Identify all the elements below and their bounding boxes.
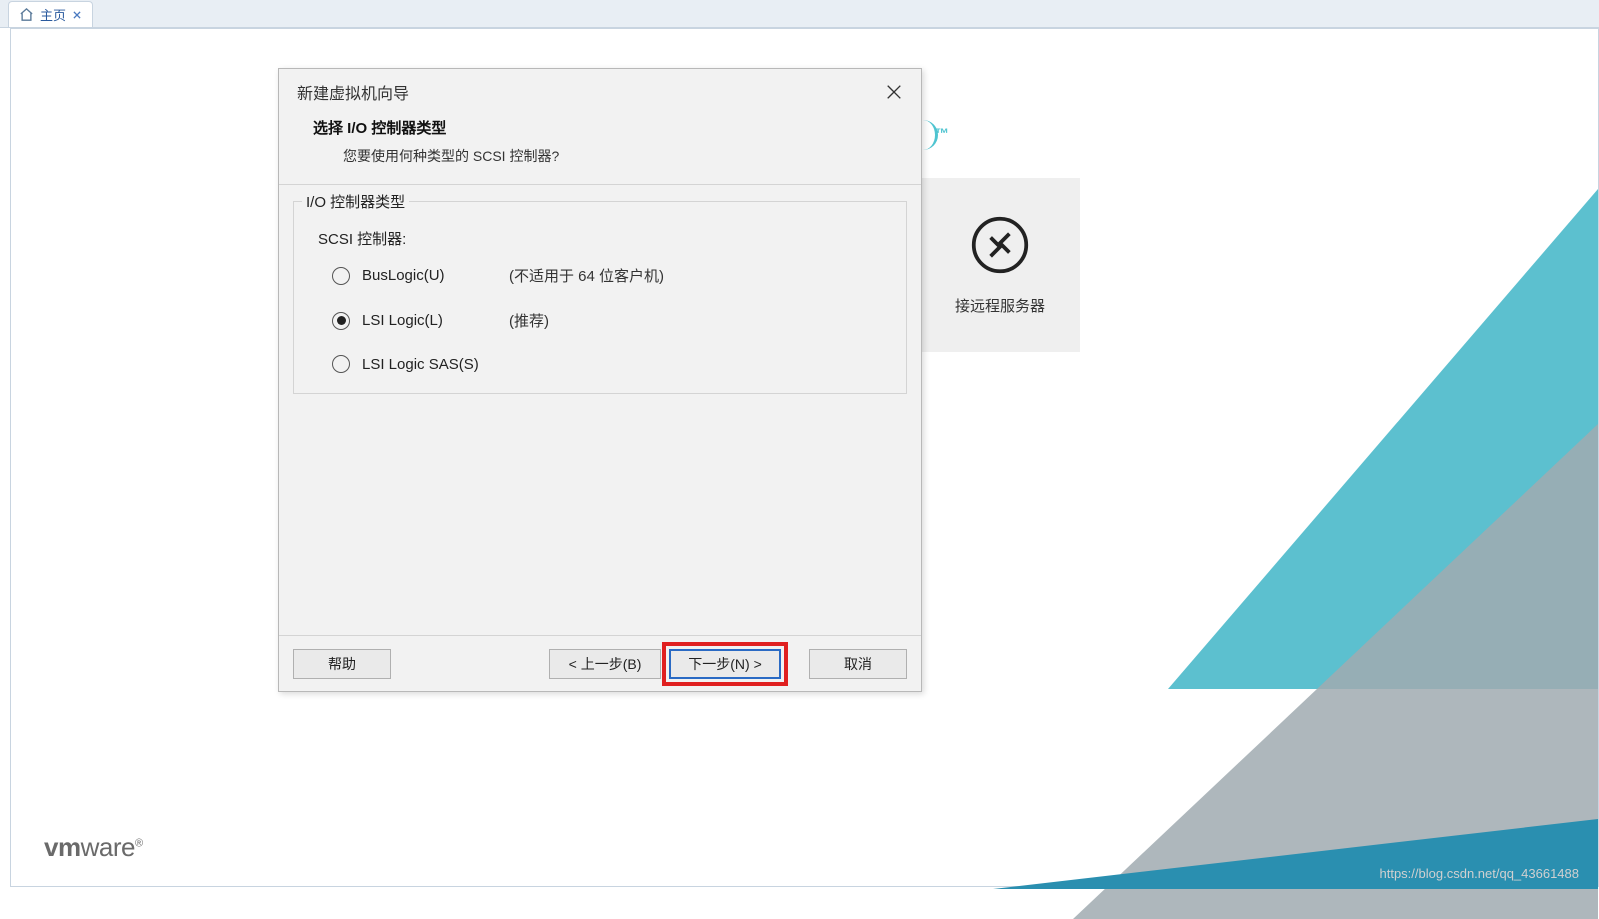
watermark: https://blog.csdn.net/qq_43661488 [1380, 866, 1580, 881]
connect-icon [970, 215, 1030, 275]
radio-label: LSI Logic SAS(S) [362, 356, 497, 373]
radio-label: LSI Logic(L) [362, 312, 497, 329]
cancel-button[interactable]: 取消 [809, 649, 907, 679]
scsi-controller-label: SCSI 控制器: [318, 228, 892, 249]
dialog-subheading: 您要使用何种类型的 SCSI 控制器? [343, 146, 887, 166]
radio-lsi-logic[interactable]: LSI Logic(L) (推荐) [332, 310, 892, 331]
help-button[interactable]: 帮助 [293, 649, 391, 679]
radio-hint: (推荐) [509, 310, 549, 331]
tab-home[interactable]: 主页 [8, 1, 93, 27]
tab-label: 主页 [40, 5, 66, 24]
io-controller-fieldset: I/O 控制器类型 SCSI 控制器: BusLogic(U) (不适用于 64… [293, 201, 907, 394]
dialog-title-text: 新建虚拟机向导 [297, 80, 409, 104]
fieldset-legend: I/O 控制器类型 [302, 191, 409, 212]
back-button[interactable]: < 上一步(B) [549, 649, 661, 679]
next-button[interactable]: 下一步(N) > [669, 649, 781, 679]
radio-lsi-logic-sas[interactable]: LSI Logic SAS(S) [332, 355, 892, 373]
tab-close-icon[interactable] [72, 10, 82, 20]
radio-icon[interactable] [332, 267, 350, 285]
tab-bar: 主页 [0, 0, 1599, 28]
dialog-body: I/O 控制器类型 SCSI 控制器: BusLogic(U) (不适用于 64… [279, 184, 921, 635]
dialog-heading: 选择 I/O 控制器类型 [313, 117, 887, 138]
dialog-footer: 帮助 < 上一步(B) 下一步(N) > 取消 [279, 635, 921, 691]
radio-hint: (不适用于 64 位客户机) [509, 265, 664, 286]
new-vm-wizard-dialog: 新建虚拟机向导 选择 I/O 控制器类型 您要使用何种类型的 SCSI 控制器?… [278, 68, 922, 692]
dialog-titlebar: 新建虚拟机向导 [279, 69, 921, 115]
home-icon [19, 7, 34, 22]
close-icon[interactable] [885, 83, 903, 101]
radio-icon[interactable] [332, 312, 350, 330]
vmware-logo: vmware® [44, 832, 143, 863]
radio-label: BusLogic(U) [362, 267, 497, 284]
card-label: 接远程服务器 [955, 295, 1045, 316]
connect-remote-card[interactable]: 接远程服务器 [920, 178, 1080, 352]
radio-icon[interactable] [332, 355, 350, 373]
dialog-header: 选择 I/O 控制器类型 您要使用何种类型的 SCSI 控制器? [279, 115, 921, 184]
trademark-badge: ™ [935, 125, 949, 141]
radio-buslogic[interactable]: BusLogic(U) (不适用于 64 位客户机) [332, 265, 892, 286]
